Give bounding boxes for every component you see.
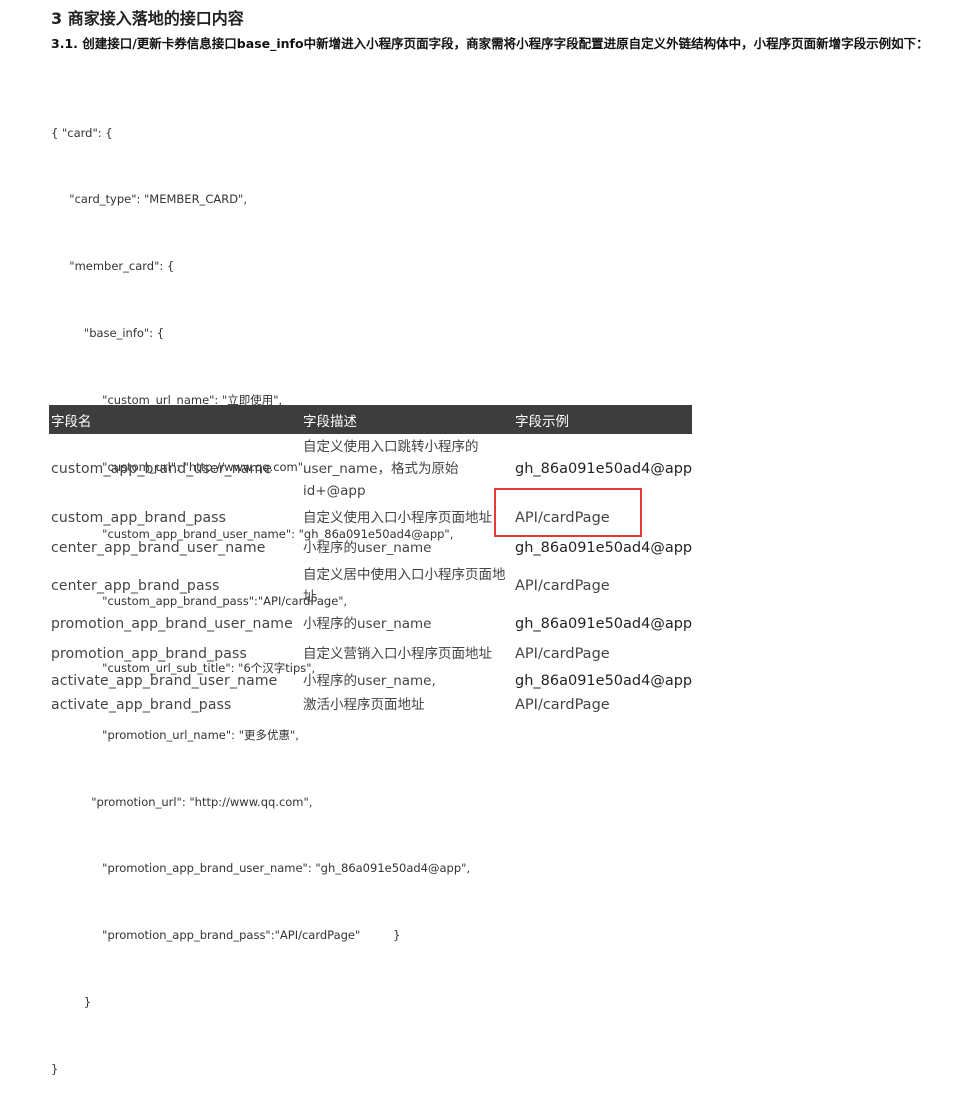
field-example-cell: gh_86a091e50ad4@app [515, 616, 693, 632]
field-desc-cell: 小程序的user_name [303, 540, 432, 556]
highlight-box [494, 488, 642, 537]
table-row: promotion_app_brand_pass 自定义营销入口小程序页面地址 … [49, 639, 692, 668]
field-name-cell: promotion_app_brand_pass [51, 645, 247, 662]
field-desc-cell: 自定义使用入口小程序页面地址 [303, 510, 492, 526]
field-example-cell: API/cardPage [515, 645, 610, 662]
code-line: } [51, 995, 92, 1010]
code-line: "base_info": { [51, 326, 165, 341]
field-name-cell: activate_app_brand_user_name [51, 672, 278, 689]
field-name-cell: center_app_brand_pass [51, 578, 220, 594]
code-line: "promotion_url": "http://www.qq.com", [51, 794, 313, 809]
field-desc-cell: 自定义营销入口小程序页面地址 [303, 645, 492, 662]
field-name-cell: custom_app_brand_user_name [51, 460, 273, 477]
table-row: promotion_app_brand_user_name 小程序的user_n… [49, 609, 692, 639]
fields-table: 字段名 字段描述 字段示例 custom_app_brand_user_name… [49, 405, 692, 716]
code-line: "member_card": { [51, 259, 175, 274]
field-name-cell: center_app_brand_user_name [51, 540, 266, 556]
header-field-name: 字段名 [49, 405, 301, 434]
code-line: { "card": { [51, 125, 113, 140]
table-row: activate_app_brand_user_name 小程序的user_na… [49, 668, 692, 693]
field-name-cell: promotion_app_brand_user_name [51, 616, 293, 632]
field-example-cell: gh_86a091e50ad4@app [515, 540, 693, 556]
field-example-cell: gh_86a091e50ad4@app [515, 672, 693, 689]
table-row: center_app_brand_pass 自定义居中使用入口小程序页面地址 A… [49, 563, 692, 609]
field-example-cell: API/cardPage [515, 578, 610, 594]
field-desc-cell: 自定义居中使用入口小程序页面地址 [303, 567, 506, 605]
field-name-cell: activate_app_brand_pass [51, 696, 232, 713]
field-desc-cell: 自定义使用入口跳转小程序的user_name，格式为原始id+@app [303, 438, 479, 499]
code-line: "promotion_url_name": "更多优惠", [51, 727, 299, 742]
table-header-row: 字段名 字段描述 字段示例 [49, 405, 692, 434]
code-line: "promotion_app_brand_pass":"API/cardPage… [51, 928, 401, 943]
code-line: "promotion_app_brand_user_name": "gh_86a… [51, 861, 471, 876]
field-desc-cell: 小程序的user_name, [303, 672, 436, 689]
header-field-example: 字段示例 [513, 405, 692, 434]
code-line: } [51, 1062, 59, 1077]
field-desc-cell: 小程序的user_name [303, 616, 432, 632]
code-line: "card_type": "MEMBER_CARD", [51, 192, 248, 207]
section-subheading: 3.1. 创建接口/更新卡券信息接口base_info中新增进入小程序页面字段，… [51, 36, 929, 51]
field-desc-cell: 激活小程序页面地址 [303, 696, 425, 713]
field-example-cell: API/cardPage [515, 696, 610, 713]
table-row: center_app_brand_user_name 小程序的user_name… [49, 533, 692, 563]
table-row: activate_app_brand_pass 激活小程序页面地址 API/ca… [49, 693, 692, 716]
section-heading: 3 商家接入落地的接口内容 [51, 9, 244, 28]
field-name-cell: custom_app_brand_pass [51, 510, 227, 526]
header-field-desc: 字段描述 [301, 405, 513, 434]
